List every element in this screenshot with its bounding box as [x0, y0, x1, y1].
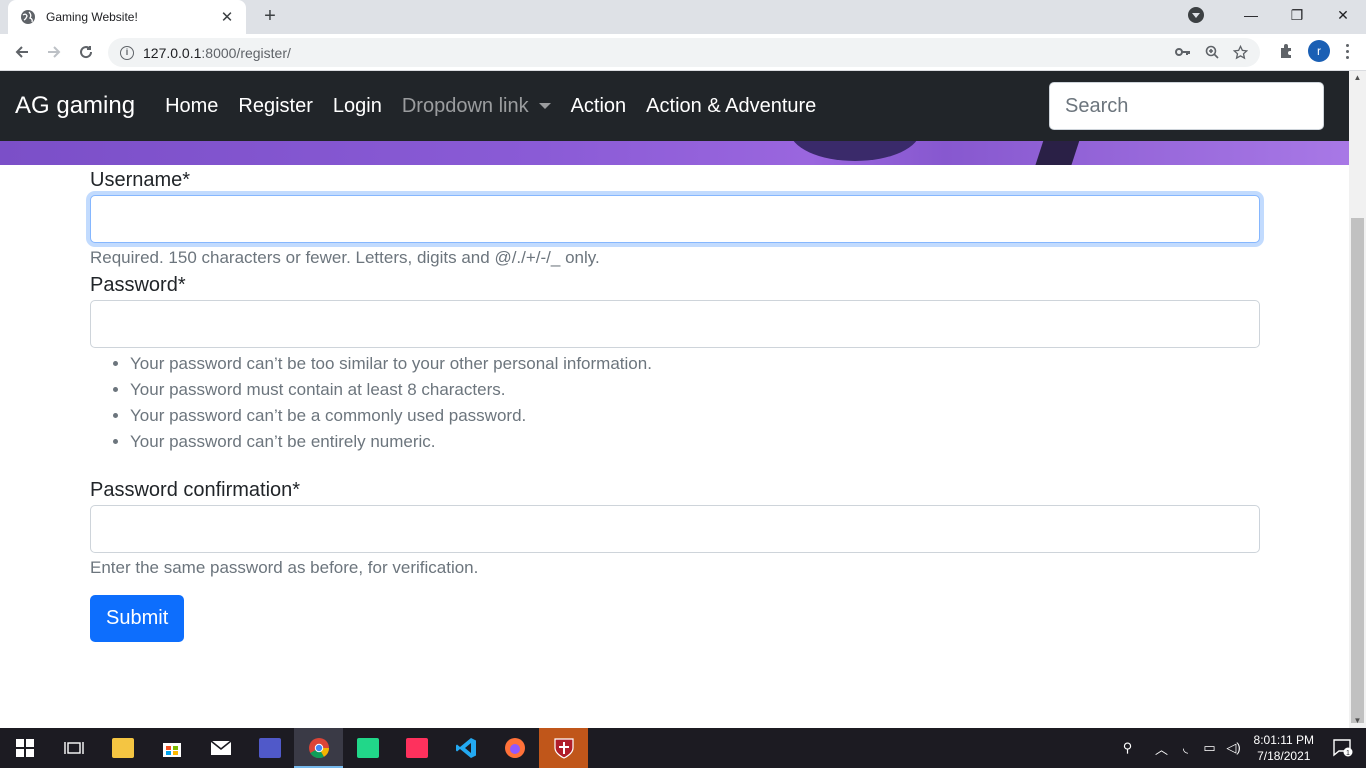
chevron-up-icon[interactable]: ︿ — [1150, 739, 1174, 758]
minimize-button[interactable]: — — [1228, 0, 1274, 30]
file-explorer-icon[interactable] — [98, 728, 147, 768]
extensions-icon[interactable] — [1278, 43, 1294, 59]
caret-down-icon — [538, 103, 551, 109]
task-view-icon[interactable] — [49, 728, 98, 768]
scroll-up-icon[interactable]: ▲ — [1349, 71, 1366, 85]
system-clock[interactable]: 8:01:11 PM 7/18/2021 — [1254, 732, 1314, 764]
browser-tab[interactable]: Gaming Website! ✕ — [8, 0, 246, 34]
list-item: Your password can’t be a commonly used p… — [130, 403, 1260, 429]
restore-button[interactable]: ❐ — [1274, 0, 1320, 30]
mail-icon[interactable] — [196, 728, 245, 768]
list-item: Your password must contain at least 8 ch… — [130, 377, 1260, 403]
people-icon[interactable]: ⚲ — [1116, 740, 1140, 756]
site-brand[interactable]: AG gaming — [15, 92, 135, 120]
close-window-button[interactable]: ✕ — [1320, 0, 1366, 30]
password-confirmation-help: Enter the same password as before, for v… — [90, 558, 479, 577]
notification-center-icon[interactable]: 1 — [1328, 733, 1358, 763]
bookmark-star-icon[interactable] — [1233, 45, 1248, 60]
password-input[interactable] — [90, 300, 1260, 348]
clock-date: 7/18/2021 — [1257, 749, 1311, 763]
search-input[interactable] — [1049, 82, 1324, 130]
password-confirmation-input[interactable] — [90, 505, 1260, 553]
url-path: :8000/register/ — [201, 44, 291, 61]
site-info-icon[interactable]: i — [120, 45, 134, 60]
page-viewport: AG gaming Home Register Login Dropdown l… — [0, 71, 1349, 728]
tab-title: Gaming Website! — [46, 10, 138, 24]
pycharm-icon[interactable] — [343, 728, 392, 768]
password-confirmation-label: Password confirmation* — [90, 479, 301, 501]
register-form: Username* Required. 150 characters or fe… — [90, 165, 1260, 642]
chrome-icon[interactable] — [294, 728, 343, 768]
hero-banner — [0, 141, 1349, 165]
windows-start-icon[interactable] — [0, 728, 49, 768]
firefox-icon[interactable] — [490, 728, 539, 768]
browser-toolbar: i 127.0.0.1:8000/register/ r — [0, 34, 1366, 71]
notification-count: 1 — [1346, 750, 1350, 757]
store-icon[interactable] — [147, 728, 196, 768]
reload-icon[interactable] — [70, 38, 102, 66]
url-text: 127.0.0.1:8000/register/ — [143, 45, 1175, 61]
username-label: Username* — [90, 169, 191, 191]
nav-register[interactable]: Register — [228, 95, 322, 118]
battery-icon[interactable]: ▭ — [1198, 740, 1222, 756]
game-app-icon[interactable] — [539, 728, 588, 768]
password-label: Password* — [90, 274, 186, 296]
nav-links: Home Register Login Dropdown link Action… — [155, 95, 826, 118]
tab-search-icon[interactable] — [1188, 7, 1204, 23]
clock-time: 8:01:11 PM — [1253, 733, 1314, 747]
scroll-down-icon[interactable]: ▼ — [1349, 714, 1366, 728]
submit-button[interactable]: Submit — [90, 595, 185, 642]
banner-shape — [790, 141, 920, 161]
banner-shape — [1033, 141, 1083, 165]
system-tray: ⚲ ︿ ◟ ▭ ◁) 8:01:11 PM 7/18/2021 1 — [1116, 728, 1366, 768]
back-icon[interactable] — [6, 38, 38, 66]
tab-close-icon[interactable]: ✕ — [218, 8, 236, 26]
zoom-icon[interactable] — [1205, 45, 1219, 59]
browser-tab-strip: Gaming Website! ✕ + — ❐ ✕ — [0, 0, 1366, 34]
address-bar[interactable]: i 127.0.0.1:8000/register/ — [108, 38, 1260, 67]
intellij-icon[interactable] — [392, 728, 441, 768]
nav-dropdown-label: Dropdown link — [401, 94, 529, 117]
password-help-list: Your password can’t be too similar to yo… — [90, 351, 1260, 455]
volume-icon[interactable]: ◁) — [1222, 740, 1246, 756]
site-navbar: AG gaming Home Register Login Dropdown l… — [0, 71, 1349, 141]
scrollbar-thumb[interactable] — [1351, 218, 1364, 723]
nav-action-adventure[interactable]: Action & Adventure — [636, 95, 826, 118]
url-host: 127.0.0.1 — [143, 44, 202, 61]
globe-icon — [21, 10, 35, 24]
nav-action[interactable]: Action — [561, 95, 637, 118]
forward-icon[interactable] — [38, 38, 70, 66]
username-input[interactable] — [90, 195, 1260, 243]
windows-taskbar: ⚲ ︿ ◟ ▭ ◁) 8:01:11 PM 7/18/2021 1 — [0, 728, 1366, 768]
list-item: Your password can’t be too similar to yo… — [130, 351, 1260, 377]
profile-avatar[interactable]: r — [1308, 40, 1330, 62]
nav-dropdown[interactable]: Dropdown link — [392, 95, 561, 118]
vscode-icon[interactable] — [441, 728, 490, 768]
key-icon[interactable] — [1175, 45, 1191, 59]
page-scrollbar[interactable]: ▲ ▼ — [1349, 71, 1366, 728]
list-item: Your password can’t be entirely numeric. — [130, 429, 1260, 455]
username-help: Required. 150 characters or fewer. Lette… — [90, 248, 600, 267]
nav-login[interactable]: Login — [323, 95, 392, 118]
new-tab-button[interactable]: + — [258, 6, 282, 28]
browser-menu-icon[interactable] — [1344, 43, 1350, 59]
wifi-icon[interactable]: ◟ — [1174, 740, 1198, 756]
teams-icon[interactable] — [245, 728, 294, 768]
nav-home[interactable]: Home — [155, 95, 228, 118]
